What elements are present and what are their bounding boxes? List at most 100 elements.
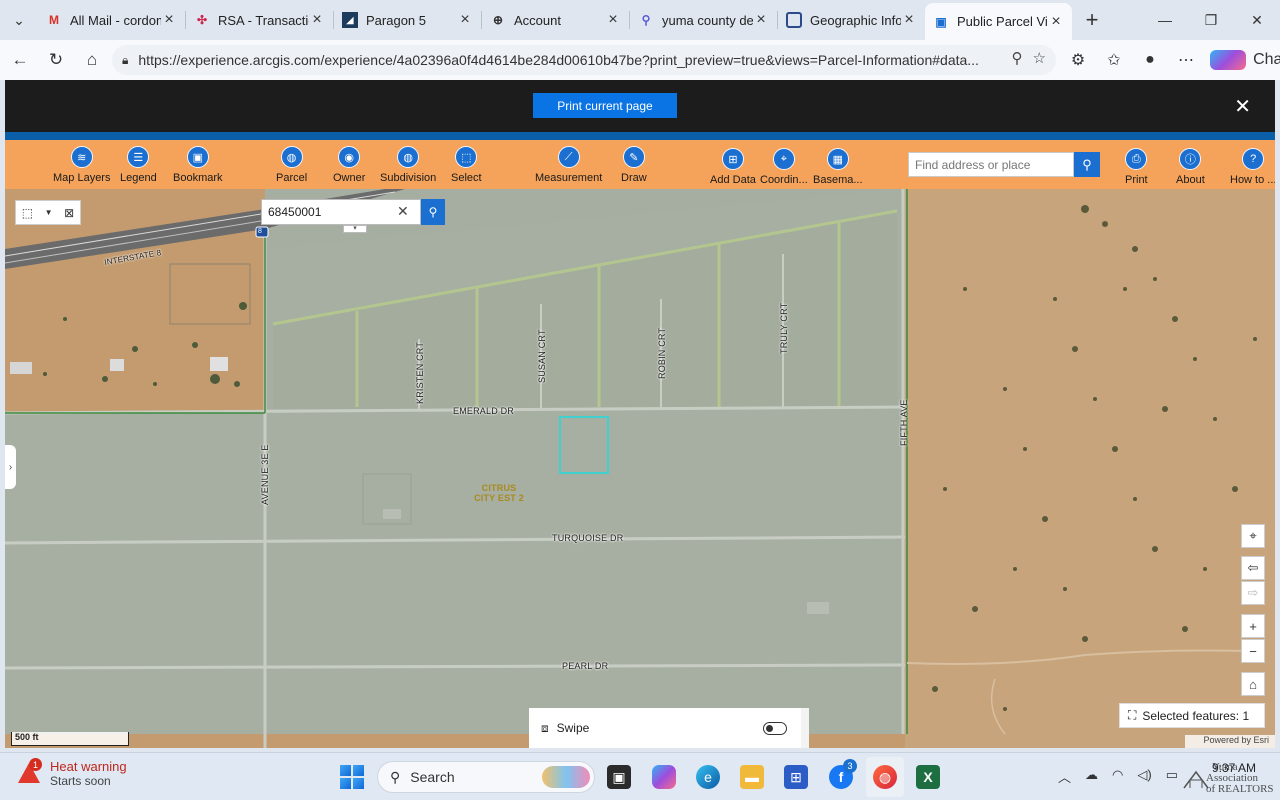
tool-label: Subdivision bbox=[380, 172, 437, 184]
tool-label: Basema... bbox=[813, 174, 863, 186]
tool-measurement[interactable]: ⟋ Measurement bbox=[535, 146, 602, 184]
task-view-icon[interactable]: ▣ bbox=[607, 765, 631, 789]
gmail-icon: M bbox=[49, 13, 59, 27]
tool-draw[interactable]: ✎ Draw bbox=[621, 146, 647, 184]
refresh-icon[interactable]: ↻ bbox=[38, 44, 74, 76]
rsa-icon: ✣ bbox=[196, 13, 208, 27]
tool-select[interactable]: ⬚ Select bbox=[451, 146, 482, 184]
zoom-in-icon[interactable]: + bbox=[1241, 614, 1265, 638]
clear-selection-icon[interactable]: ⊠ bbox=[64, 206, 74, 220]
tool-owner[interactable]: ◉ Owner bbox=[333, 146, 365, 184]
panel-expand-icon[interactable]: › bbox=[5, 445, 16, 489]
volume-icon[interactable]: ◁) bbox=[1137, 767, 1151, 786]
minimize-icon[interactable]: — bbox=[1142, 0, 1188, 40]
favorite-star-icon[interactable]: ☆ bbox=[1033, 49, 1046, 67]
start-icon[interactable] bbox=[340, 765, 364, 789]
close-icon[interactable]: × bbox=[605, 11, 621, 29]
swipe-panel: ⧈ Swipe bbox=[529, 708, 809, 748]
new-tab-icon[interactable]: + bbox=[1072, 0, 1112, 40]
tool-map-layers[interactable]: ≋ Map Layers bbox=[53, 146, 110, 184]
wifi-icon[interactable]: ◠ bbox=[1112, 767, 1123, 786]
close-icon[interactable]: × bbox=[309, 11, 325, 29]
map-select-tool[interactable]: ⬚ ▼ ⊠ bbox=[15, 200, 81, 225]
locate-icon[interactable]: ⌖ bbox=[1241, 524, 1265, 548]
copilot-app-icon[interactable] bbox=[652, 765, 676, 789]
select-cursor-icon[interactable]: ⬚ bbox=[22, 206, 33, 220]
store-icon[interactable]: ⊞ bbox=[784, 765, 808, 789]
excel-icon[interactable]: X bbox=[916, 765, 940, 789]
taskbar-search[interactable]: ⚲ Search bbox=[377, 761, 595, 793]
tool-legend[interactable]: ☰ Legend bbox=[120, 146, 157, 184]
selected-features-button[interactable]: ⛶ Selected features: 1 bbox=[1119, 703, 1265, 728]
tab-yuma-search[interactable]: ⚲ yuma county dev × bbox=[630, 3, 777, 37]
tool-subdivision[interactable]: ◍ Subdivision bbox=[380, 146, 436, 184]
zoom-out-icon[interactable]: − bbox=[1241, 639, 1265, 663]
url-text[interactable]: https://experience.arcgis.com/experience… bbox=[138, 52, 988, 68]
weather-title: Heat warning bbox=[50, 759, 127, 774]
battery-icon[interactable]: ▭ bbox=[1166, 767, 1178, 786]
tab-rsa-transaction[interactable]: ✣ RSA - Transaction × bbox=[186, 3, 333, 37]
url-field[interactable]: 🔒︎ https://experience.arcgis.com/experie… bbox=[112, 45, 1056, 75]
file-explorer-icon[interactable]: ▬ bbox=[740, 765, 764, 789]
copilot-icon bbox=[1210, 50, 1246, 70]
tool-basemap[interactable]: ▦ Basema... bbox=[813, 148, 863, 186]
close-window-icon[interactable]: ✕ bbox=[1234, 0, 1280, 40]
tool-add-data[interactable]: ⊞ Add Data bbox=[710, 148, 756, 186]
tool-print[interactable]: ⎙ Print bbox=[1125, 148, 1148, 186]
tab-actions-menu-icon[interactable]: ⌄ bbox=[0, 0, 38, 40]
map-view[interactable]: INTERSTATE 8 8 KRISTEN CRT SUSAN CRT ROB… bbox=[5, 189, 1275, 748]
edge-icon[interactable]: e bbox=[696, 765, 720, 789]
close-print-preview-icon[interactable]: ✕ bbox=[1234, 94, 1251, 119]
close-icon[interactable]: × bbox=[901, 11, 917, 29]
onedrive-icon[interactable]: ☁ bbox=[1085, 767, 1098, 786]
print-current-page-button[interactable]: Print current page bbox=[533, 93, 677, 118]
tab-paragon[interactable]: ◢ Paragon 5 × bbox=[334, 3, 481, 37]
taskbar-search-label: Search bbox=[410, 769, 455, 785]
selected-features-label: Selected features: 1 bbox=[1142, 708, 1250, 723]
close-icon[interactable]: × bbox=[753, 11, 769, 29]
close-icon[interactable]: × bbox=[1048, 13, 1064, 31]
find-search-icon[interactable]: ⚲ bbox=[1074, 152, 1100, 177]
extensions-icon[interactable]: ⚙ bbox=[1060, 50, 1096, 70]
tool-bookmark[interactable]: ▣ Bookmark bbox=[173, 146, 223, 184]
home-icon[interactable]: ⌂ bbox=[74, 44, 110, 76]
search-expand-icon[interactable]: ▾ bbox=[343, 225, 367, 233]
previous-extent-icon[interactable]: ⇦ bbox=[1241, 556, 1265, 580]
find-address-input[interactable]: Find address or place bbox=[908, 152, 1074, 177]
tab-account[interactable]: ⊕ Account × bbox=[482, 3, 629, 37]
tab-geographic-info[interactable]: Geographic Infor × bbox=[778, 3, 925, 37]
close-icon[interactable]: × bbox=[161, 11, 177, 29]
close-icon[interactable]: × bbox=[457, 11, 473, 29]
zoom-search-icon[interactable]: ⚲ bbox=[1012, 49, 1023, 67]
browser-app-icon[interactable]: ◍ bbox=[873, 765, 897, 789]
restore-icon[interactable]: ❐ bbox=[1188, 0, 1234, 40]
swipe-scrollbar[interactable] bbox=[801, 708, 809, 748]
esri-attribution[interactable]: Powered by Esri bbox=[1185, 735, 1275, 748]
swipe-toggle[interactable] bbox=[763, 722, 787, 735]
tool-coordinates[interactable]: ⌖ Coordin... bbox=[760, 148, 808, 186]
tab-public-parcel-viewer[interactable]: ▣ Public Parcel View × bbox=[925, 3, 1072, 40]
tray-overflow-icon[interactable]: ︿ bbox=[1058, 767, 1071, 786]
more-menu-icon[interactable]: ⋯ bbox=[1168, 50, 1204, 70]
select-dropdown-icon[interactable]: ▼ bbox=[45, 208, 53, 217]
weather-widget[interactable]: 1 Heat warning Starts soon bbox=[16, 758, 127, 788]
geo-icon bbox=[786, 12, 802, 28]
tool-how-to[interactable]: ? How to ... bbox=[1230, 148, 1275, 186]
favorites-icon[interactable]: ✩ bbox=[1096, 50, 1132, 70]
next-extent-icon[interactable]: ⇨ bbox=[1241, 581, 1265, 605]
tool-label: Parcel bbox=[276, 172, 308, 184]
map-search-icon[interactable]: ⚲ bbox=[421, 199, 445, 225]
tool-parcel[interactable]: ◍ Parcel bbox=[276, 146, 307, 184]
home-extent-icon[interactable]: ⌂ bbox=[1241, 672, 1265, 696]
profile-avatar-icon[interactable]: ● bbox=[1132, 51, 1168, 69]
browser-tab-strip: ⌄ M All Mail - cordom × ✣ RSA - Transact… bbox=[0, 0, 1280, 40]
tab-all-mail[interactable]: M All Mail - cordom × bbox=[38, 3, 185, 37]
lock-icon[interactable]: 🔒︎ bbox=[122, 53, 128, 68]
clear-search-icon[interactable]: ✕ bbox=[397, 203, 409, 220]
parcel-icon: ▣ bbox=[935, 14, 947, 29]
back-icon[interactable]: ← bbox=[2, 44, 38, 76]
street-label-robin: ROBIN CRT bbox=[657, 327, 667, 379]
tool-about[interactable]: ⓘ About bbox=[1176, 148, 1205, 186]
chat-button[interactable]: Chat bbox=[1204, 50, 1280, 70]
globe-icon: ⊕ bbox=[492, 13, 504, 27]
